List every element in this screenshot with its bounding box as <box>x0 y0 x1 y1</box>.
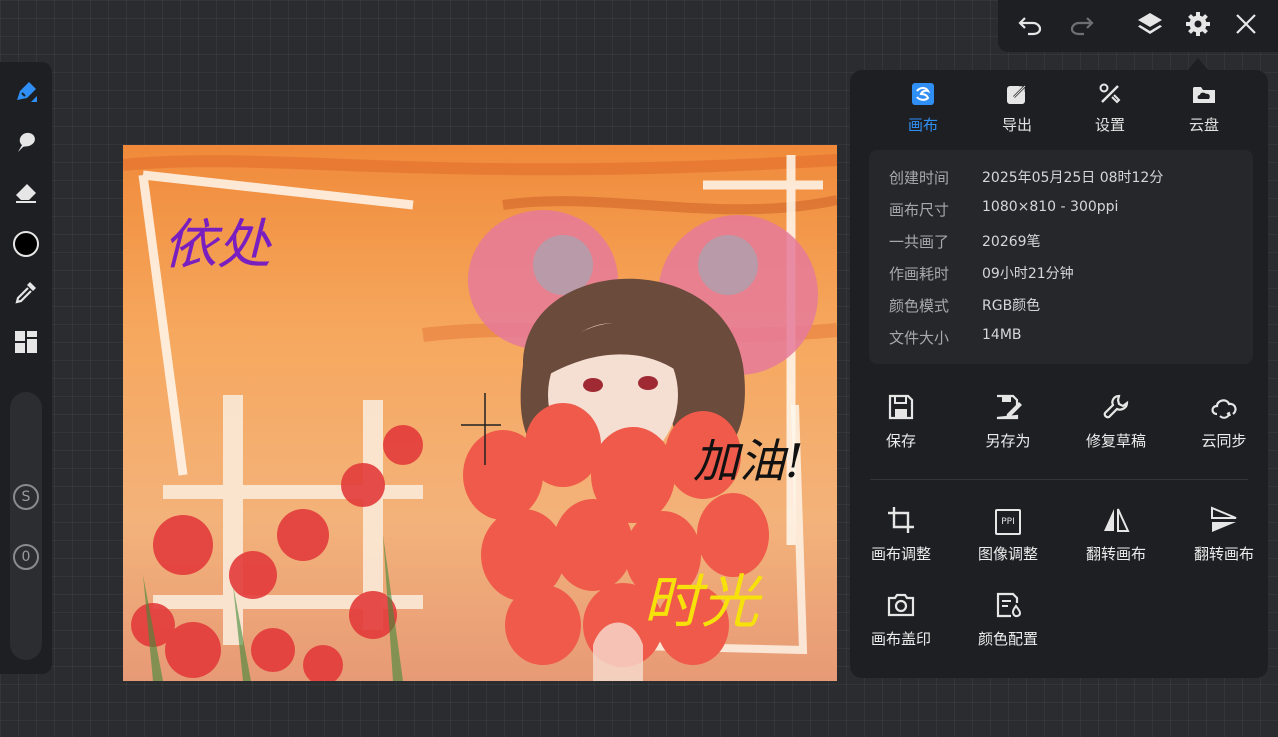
info-key: 画布尺寸 <box>889 201 950 219</box>
info-row: 一共画了 20269笔 <box>889 231 1041 251</box>
camera-icon <box>886 590 916 624</box>
tab-settings[interactable]: 设置 <box>1070 82 1150 138</box>
canvas-info-panel: 画布 导出 设置 云盘 创建时间 2025年05月25日 08时12分 画布尺寸… <box>850 70 1268 678</box>
action-label: 画布盖印 <box>870 630 931 648</box>
tab-label: 云盘 <box>1188 116 1219 134</box>
eraser-icon <box>12 178 40 210</box>
undo-button[interactable] <box>1012 8 1048 44</box>
save-button[interactable]: 保存 <box>851 392 951 464</box>
flip-horizontal-button[interactable]: 翻转画布 <box>1066 505 1166 577</box>
smudge-icon <box>12 128 40 160</box>
canvas-stamp-button[interactable]: 画布盖印 <box>851 590 951 662</box>
tab-label: 设置 <box>1094 116 1125 134</box>
panel-pointer <box>1188 58 1208 70</box>
eyedropper-icon <box>12 278 40 310</box>
info-value: 14MB <box>982 327 1022 343</box>
info-value: 1080×810 - 300ppi <box>982 199 1119 215</box>
action-label: 保存 <box>885 432 916 450</box>
save-as-icon <box>993 392 1023 426</box>
canvas-info-box: 创建时间 2025年05月25日 08时12分 画布尺寸 1080×810 - … <box>869 150 1253 364</box>
tab-label: 导出 <box>1001 116 1032 134</box>
color-config-icon <box>993 590 1023 624</box>
gear-icon <box>1184 10 1212 42</box>
action-label: 颜色配置 <box>977 630 1038 648</box>
tab-export[interactable]: 导出 <box>977 82 1057 138</box>
current-color-swatch <box>13 231 39 257</box>
info-key: 文件大小 <box>889 329 950 347</box>
crop-icon <box>886 505 916 539</box>
action-label: 翻转画布 <box>1085 545 1146 563</box>
ppi-icon: PPI <box>995 509 1021 535</box>
info-row: 颜色模式 RGB颜色 <box>889 295 1040 315</box>
brush-size-slider[interactable]: S 0 <box>10 392 42 660</box>
cloud-sync-button[interactable]: 云同步 <box>1174 392 1274 464</box>
eyedropper-tool[interactable] <box>8 276 44 312</box>
eraser-tool[interactable] <box>8 176 44 212</box>
tab-canvas[interactable]: 画布 <box>883 82 963 138</box>
action-label: 另存为 <box>985 432 1031 450</box>
opacity-badge: 0 <box>13 544 39 570</box>
left-toolbar: S 0 <box>0 62 52 674</box>
action-label: 画布调整 <box>870 545 931 563</box>
ppi-icon-text: PPI <box>1001 517 1015 527</box>
tab-label: 画布 <box>907 116 938 134</box>
tools-icon <box>1098 82 1122 110</box>
info-key: 一共画了 <box>889 233 950 251</box>
top-toolbar <box>998 0 1278 52</box>
tab-cloud-drive[interactable]: 云盘 <box>1164 84 1244 138</box>
artwork-canvas[interactable]: 依处 加油! 时光 <box>123 145 837 681</box>
undo-icon <box>1016 10 1044 42</box>
settings-button[interactable] <box>1180 8 1216 44</box>
info-row: 文件大小 14MB <box>889 327 1022 347</box>
action-label: 图像调整 <box>977 545 1038 563</box>
redo-button[interactable] <box>1064 8 1100 44</box>
info-row: 画布尺寸 1080×810 - 300ppi <box>889 199 1118 219</box>
canvas-icon <box>911 82 935 110</box>
signature-bottom: 时光 <box>643 568 760 636</box>
info-value: 20269笔 <box>982 234 1041 250</box>
close-button[interactable] <box>1228 8 1264 44</box>
action-label: 翻转画布 <box>1193 545 1254 563</box>
action-label: 修复草稿 <box>1085 432 1146 450</box>
color-picker-button[interactable] <box>8 226 44 262</box>
brush-tool[interactable] <box>8 76 44 112</box>
layers-button[interactable] <box>1132 8 1168 44</box>
image-adjust-button[interactable]: PPI 图像调整 <box>958 505 1058 577</box>
info-value: 09小时21分钟 <box>982 266 1074 282</box>
info-key: 颜色模式 <box>889 297 950 315</box>
cloud-sync-icon <box>1208 392 1240 426</box>
gallery-grid-icon <box>12 328 40 360</box>
signature-right: 加油! <box>693 434 804 488</box>
action-label: 云同步 <box>1201 432 1247 450</box>
section-divider <box>870 479 1248 480</box>
redo-icon <box>1068 10 1096 42</box>
flip-vertical-icon <box>1209 505 1239 539</box>
info-key: 创建时间 <box>889 169 950 187</box>
save-as-button[interactable]: 另存为 <box>958 392 1058 464</box>
flip-horizontal-icon <box>1101 505 1131 539</box>
color-config-button[interactable]: 颜色配置 <box>958 590 1058 662</box>
export-icon <box>1005 82 1029 110</box>
signature-top-left: 依处 <box>163 213 271 276</box>
layers-icon <box>1136 10 1164 42</box>
close-icon <box>1232 10 1260 42</box>
info-key: 作画耗时 <box>889 265 950 283</box>
info-row: 创建时间 2025年05月25日 08时12分 <box>889 167 1163 187</box>
cloud-drive-icon <box>1191 82 1217 110</box>
size-badge: S <box>13 484 39 510</box>
info-row: 作画耗时 09小时21分钟 <box>889 263 1074 283</box>
info-value: 2025年05月25日 08时12分 <box>982 170 1164 186</box>
info-value: RGB颜色 <box>982 298 1041 314</box>
gallery-tool[interactable] <box>8 326 44 362</box>
brush-icon <box>12 78 40 110</box>
repair-draft-button[interactable]: 修复草稿 <box>1066 392 1166 464</box>
canvas-adjust-button[interactable]: 画布调整 <box>851 505 951 577</box>
smudge-tool[interactable] <box>8 126 44 162</box>
flip-vertical-button[interactable]: 翻转画布 <box>1174 505 1274 577</box>
wrench-icon <box>1101 392 1131 426</box>
save-icon <box>886 392 916 426</box>
